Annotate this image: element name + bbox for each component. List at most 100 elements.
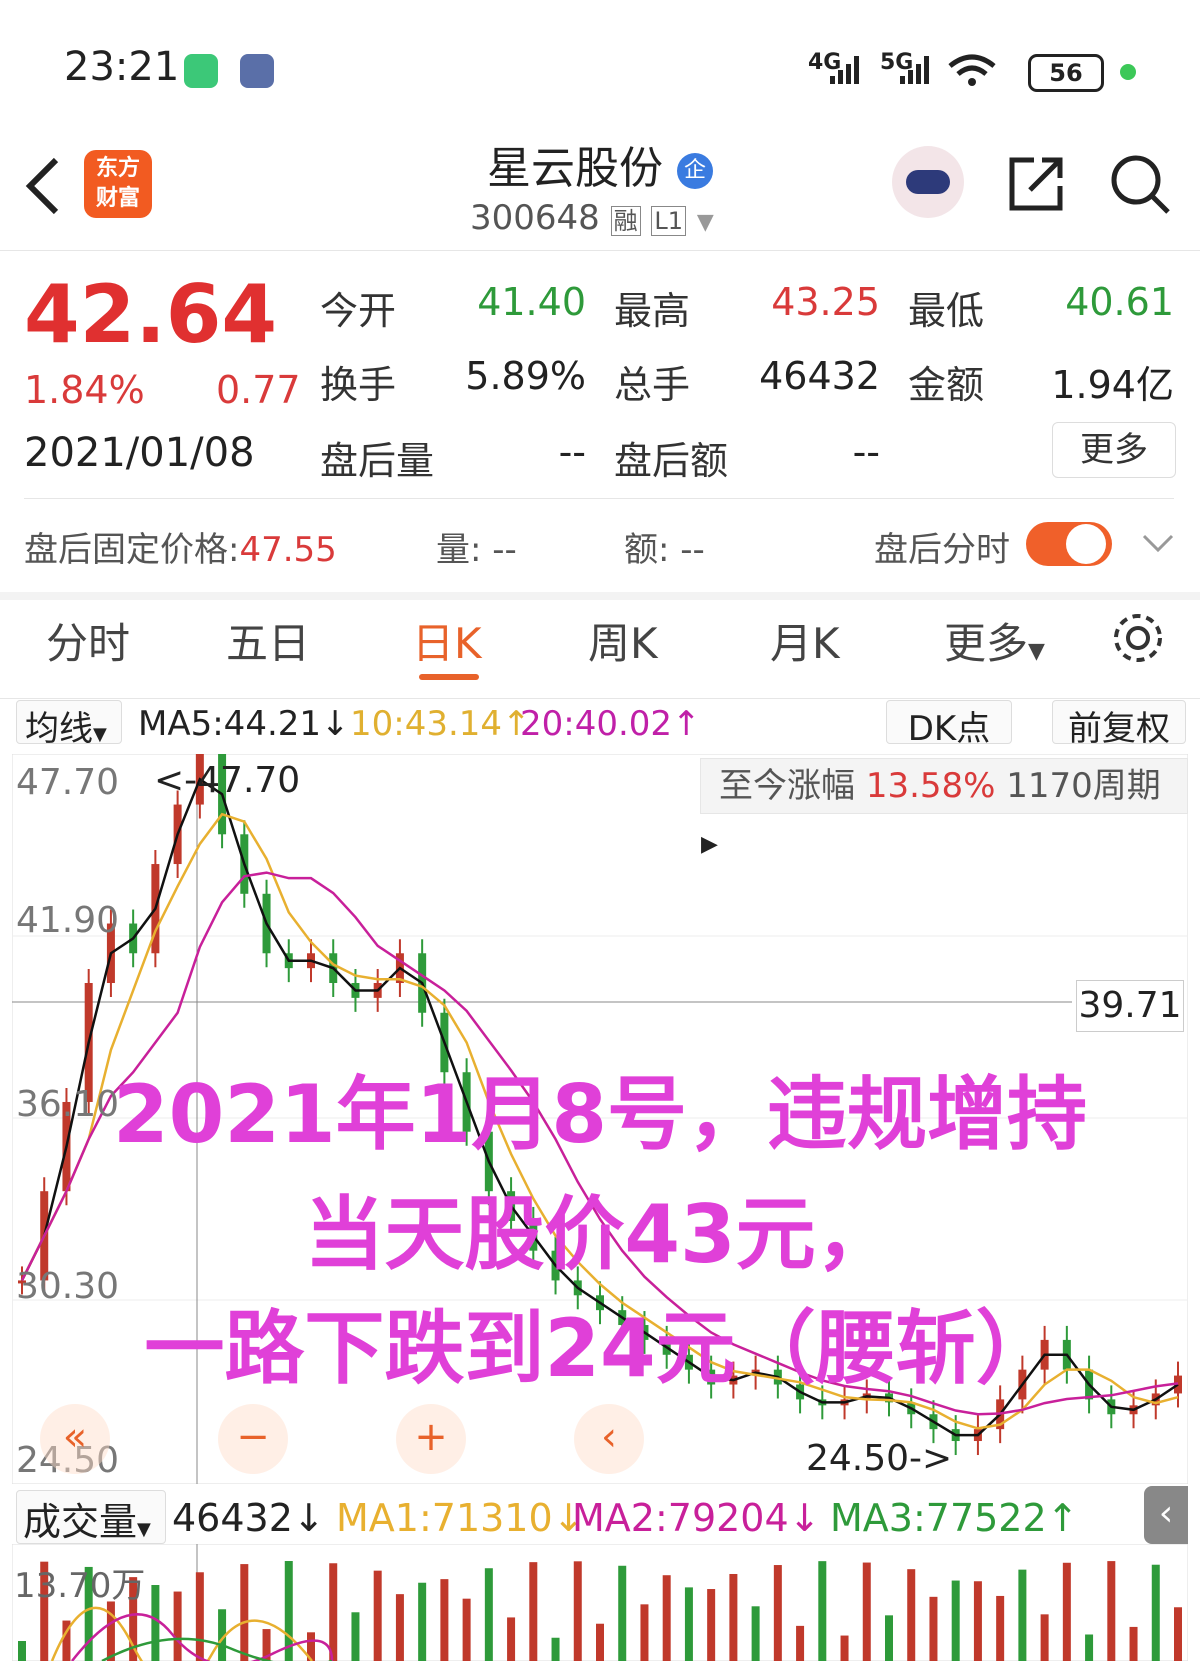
volume-bar bbox=[195, 1572, 204, 1661]
volume-bar bbox=[796, 1625, 805, 1661]
volume-chart[interactable] bbox=[12, 1544, 1188, 1661]
y-label-0: 47.70 bbox=[16, 762, 120, 803]
low-marker: 24.50-> bbox=[806, 1438, 953, 1479]
volume-ma3: MA3:77522↑ bbox=[830, 1496, 1079, 1540]
volume-bar bbox=[418, 1582, 427, 1661]
quote-date: 2021/01/08 bbox=[24, 430, 255, 476]
after-vol-value: -- bbox=[492, 530, 517, 570]
crosshair-value: 39.71 bbox=[1076, 980, 1184, 1032]
volume-bar bbox=[1129, 1626, 1138, 1661]
collapse-panel-icon[interactable]: ‹ bbox=[1144, 1486, 1188, 1544]
stock-code-row: 300648 融 L1 ▼ bbox=[470, 198, 714, 238]
battery-icon: 56 bbox=[1028, 54, 1104, 92]
stock-code: 300648 bbox=[470, 198, 600, 238]
volume-selector[interactable]: 成交量▼ bbox=[16, 1490, 166, 1544]
tab-five-day[interactable]: 五日 bbox=[226, 610, 310, 671]
volume-bar bbox=[551, 1637, 560, 1661]
after-amount-label: 盘后额 bbox=[614, 439, 729, 483]
after-intraday-label: 盘后分时 bbox=[874, 530, 1010, 570]
ma5-text: MA5:44.21 bbox=[138, 704, 322, 744]
dk-point-button[interactable]: DK点 bbox=[886, 700, 1012, 749]
zoom-in-icon[interactable]: + bbox=[396, 1404, 466, 1474]
dropdown-icon[interactable]: ▼ bbox=[697, 210, 714, 235]
after-volume-label: 盘后量 bbox=[320, 439, 435, 483]
volume-bar bbox=[1062, 1562, 1071, 1661]
zoom-out-icon[interactable]: − bbox=[218, 1404, 288, 1474]
tab-more-label: 更多 bbox=[944, 619, 1029, 668]
tab-weekly-k[interactable]: 周K bbox=[588, 610, 658, 671]
volume-bar bbox=[440, 1579, 449, 1661]
turnover-label: 换手 bbox=[320, 363, 397, 407]
search-icon[interactable] bbox=[1108, 152, 1174, 218]
wechat-icon bbox=[184, 54, 218, 88]
volume-bar bbox=[1151, 1564, 1160, 1661]
change-percent: 1.84% bbox=[24, 368, 145, 412]
since-pct: 13.58% bbox=[865, 766, 996, 806]
volume-bar bbox=[818, 1561, 827, 1661]
more-button[interactable]: 更多 bbox=[1052, 422, 1176, 478]
volume-current: 46432↓ bbox=[172, 1496, 325, 1540]
volume-bar bbox=[862, 1562, 871, 1661]
tab-daily-k[interactable]: 日K bbox=[412, 610, 482, 671]
since-change-panel[interactable]: 至今涨幅 13.58% 1170周期 ▶ bbox=[700, 758, 1188, 857]
volume-bar bbox=[729, 1573, 738, 1661]
wrench-icon bbox=[240, 54, 274, 88]
volume-bar bbox=[373, 1570, 382, 1661]
chevron-down-icon[interactable] bbox=[1140, 530, 1176, 554]
volume-bar bbox=[1018, 1569, 1027, 1661]
tab-monthly-k[interactable]: 月K bbox=[770, 610, 840, 671]
volume-bar bbox=[773, 1565, 782, 1661]
volume-bar bbox=[684, 1587, 693, 1661]
volume-bar bbox=[1174, 1607, 1182, 1661]
volume-bar bbox=[951, 1580, 960, 1661]
volume-bar bbox=[640, 1604, 649, 1661]
divider bbox=[24, 498, 1174, 499]
after-amt: 额: -- bbox=[624, 522, 705, 571]
volume-bar bbox=[1085, 1634, 1094, 1661]
volume-bar bbox=[462, 1598, 471, 1661]
volume-caret-icon: ▼ bbox=[137, 1519, 151, 1540]
share-icon[interactable] bbox=[1004, 152, 1066, 214]
volume-bar bbox=[529, 1562, 538, 1661]
volume-ma2-text: MA2:79204 bbox=[572, 1496, 789, 1540]
volume-bar bbox=[907, 1569, 916, 1661]
level-tag: L1 bbox=[651, 206, 687, 236]
change-amount: 0.77 bbox=[216, 368, 301, 412]
volume-bar bbox=[662, 1575, 671, 1661]
volume-ma3-text: MA3:77522 bbox=[830, 1496, 1047, 1540]
fast-back-icon[interactable]: « bbox=[40, 1404, 110, 1474]
volume-bar bbox=[973, 1581, 982, 1661]
volume-bar bbox=[707, 1589, 716, 1661]
volume-bar bbox=[18, 1641, 26, 1661]
enterprise-badge: 企 bbox=[677, 153, 713, 189]
volume-current-text: 46432 bbox=[172, 1496, 293, 1540]
amount-label: 金额 bbox=[908, 363, 985, 407]
overlay-line-3: 一路下跌到24元（腰斩） bbox=[144, 1302, 1056, 1395]
volume-ma1: MA1:71310↓ bbox=[336, 1496, 585, 1540]
gear-icon[interactable] bbox=[1110, 610, 1166, 666]
amount-value: 1.94亿 bbox=[1051, 363, 1174, 407]
after-fixed-value: 47.55 bbox=[239, 530, 337, 570]
ma20-text: 20:40.02 bbox=[520, 704, 673, 744]
after-amt-value: -- bbox=[680, 530, 705, 570]
overlay-line-2: 当天股价43元， bbox=[304, 1188, 896, 1281]
volume-bar bbox=[329, 1563, 338, 1661]
tab-more[interactable]: 更多▼ bbox=[944, 610, 1045, 671]
robot-avatar-icon[interactable] bbox=[892, 146, 964, 218]
after-vol: 量: -- bbox=[436, 522, 517, 571]
adjust-button[interactable]: 前复权 bbox=[1052, 700, 1186, 749]
low-label: 最低 bbox=[908, 289, 985, 333]
volume-bar bbox=[751, 1606, 760, 1661]
scroll-left-icon[interactable]: ‹ bbox=[574, 1404, 644, 1474]
ma5-value: MA5:44.21↓ bbox=[138, 704, 350, 744]
high-marker: <-47.70 bbox=[154, 760, 301, 801]
open-value: 41.40 bbox=[477, 280, 586, 324]
ma-selector[interactable]: 均线▼ bbox=[16, 700, 122, 749]
volume-bar bbox=[596, 1623, 604, 1661]
y-label-1: 41.90 bbox=[16, 900, 120, 941]
volume-bar bbox=[395, 1594, 404, 1661]
ma-caret-icon: ▼ bbox=[93, 724, 107, 745]
after-fixed-label: 盘后固定价格: bbox=[24, 530, 240, 570]
signal-wifi-icon bbox=[830, 54, 996, 86]
tab-intraday[interactable]: 分时 bbox=[46, 610, 130, 671]
